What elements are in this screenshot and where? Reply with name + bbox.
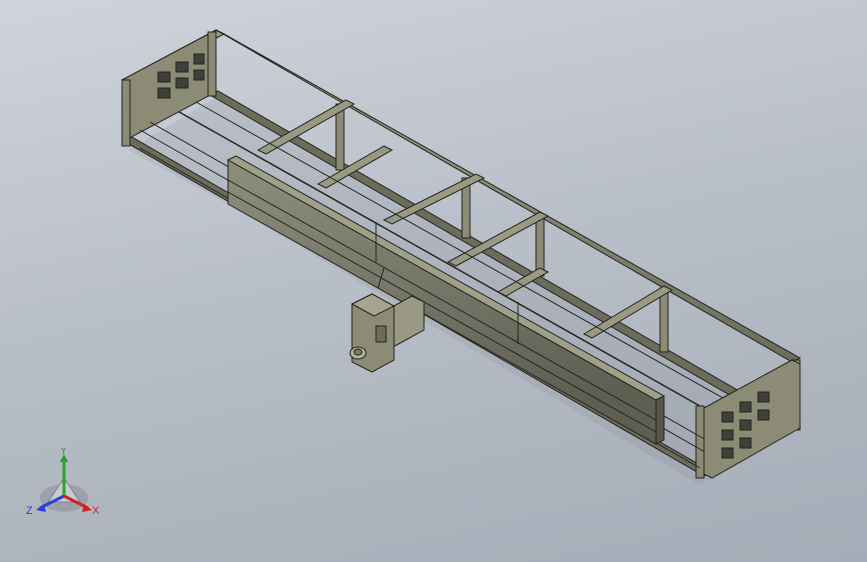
y-axis-label: Y (60, 448, 68, 457)
x-axis-label: X (92, 505, 100, 517)
conveyor-frame-model[interactable] (0, 0, 867, 562)
right-end-panel (703, 359, 801, 479)
linear-rail (226, 155, 666, 445)
frame-top-beams (120, 29, 802, 409)
axis-triad: Y Z X (26, 448, 100, 517)
cad-viewport[interactable]: Y Z X (0, 0, 867, 562)
z-axis-label: Z (26, 505, 33, 517)
